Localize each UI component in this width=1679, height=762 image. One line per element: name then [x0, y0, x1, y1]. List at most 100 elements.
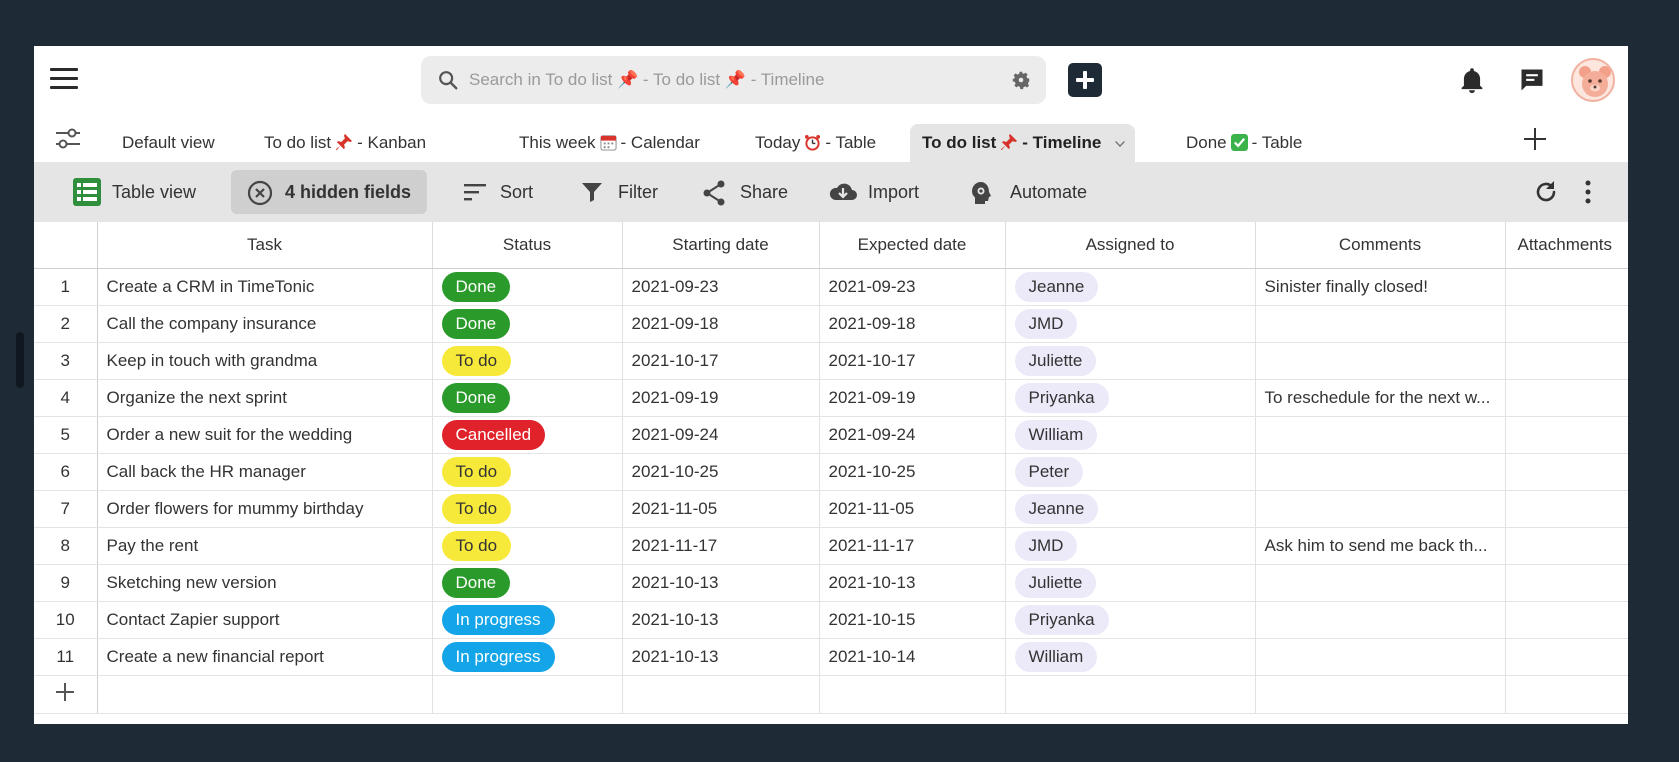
assigned-to-cell[interactable]: Juliette	[1005, 342, 1256, 380]
gear-icon[interactable]	[1010, 69, 1032, 91]
assigned-to-cell[interactable]: Peter	[1005, 453, 1256, 491]
attachments-cell[interactable]	[1505, 305, 1628, 343]
refresh-icon[interactable]	[1532, 178, 1560, 206]
tab-today-table[interactable]: Today - Table	[743, 124, 888, 162]
attachments-cell[interactable]	[1505, 527, 1628, 565]
add-button[interactable]	[1068, 63, 1102, 97]
column-header-attachments[interactable]: Attachments	[1505, 222, 1628, 269]
starting-date-cell[interactable]: 2021-10-13	[622, 564, 820, 602]
hidden-fields-button[interactable]: 4 hidden fields	[231, 170, 428, 214]
more-options-icon[interactable]	[1574, 178, 1602, 206]
row-number-cell[interactable]: 6	[34, 453, 98, 491]
starting-date-cell[interactable]: 2021-09-18	[622, 305, 820, 343]
comments-cell[interactable]	[1255, 416, 1506, 454]
starting-date-cell[interactable]: 2021-09-23	[622, 268, 820, 306]
assigned-to-cell[interactable]: Juliette	[1005, 564, 1256, 602]
status-cell[interactable]: In progress	[432, 601, 623, 639]
expected-date-cell[interactable]: 2021-10-14	[819, 638, 1006, 676]
comments-cell[interactable]	[1255, 342, 1506, 380]
attachments-cell[interactable]	[1505, 379, 1628, 417]
assigned-to-cell[interactable]: William	[1005, 416, 1256, 454]
starting-date-cell[interactable]: 2021-09-24	[622, 416, 820, 454]
table-row[interactable]: 7 Order flowers for mummy birthday To do 20…	[34, 490, 1628, 528]
tab-to-do-list-timeline[interactable]: To do list - Timeline	[910, 124, 1136, 162]
expected-date-cell[interactable]: 2021-10-13	[819, 564, 1006, 602]
table-row[interactable]: 1 Create a CRM in TimeTonic Done 2021-09-23…	[34, 268, 1628, 306]
assigned-to-cell[interactable]: Jeanne	[1005, 268, 1256, 306]
starting-date-cell[interactable]: 2021-10-25	[622, 453, 820, 491]
starting-date-cell[interactable]: 2021-09-19	[622, 379, 820, 417]
assigned-to-cell[interactable]: JMD	[1005, 527, 1256, 565]
row-number-cell[interactable]: 2	[34, 305, 98, 343]
attachments-cell[interactable]	[1505, 638, 1628, 676]
attachments-cell[interactable]	[1505, 601, 1628, 639]
row-number-cell[interactable]: 4	[34, 379, 98, 417]
status-cell[interactable]: Done	[432, 305, 623, 343]
task-cell[interactable]: Call the company insurance	[97, 305, 433, 343]
row-number-cell[interactable]: 3	[34, 342, 98, 380]
task-cell[interactable]: Create a CRM in TimeTonic	[97, 268, 433, 306]
table-row[interactable]: 4 Organize the next sprint Done 2021-09-19 2…	[34, 379, 1628, 417]
notification-bell-icon[interactable]	[1458, 66, 1486, 96]
status-cell[interactable]: To do	[432, 453, 623, 491]
search-input[interactable]	[469, 66, 969, 94]
comments-cell[interactable]	[1255, 305, 1506, 343]
tab-to-do-list-kanban[interactable]: To do list - Kanban	[252, 124, 438, 162]
assigned-to-cell[interactable]: JMD	[1005, 305, 1256, 343]
expected-date-cell[interactable]: 2021-09-19	[819, 379, 1006, 417]
column-header-task[interactable]: Task	[97, 222, 433, 269]
sort-button[interactable]: Sort	[446, 170, 549, 214]
import-button[interactable]: Import	[812, 170, 935, 214]
assigned-to-cell[interactable]: William	[1005, 638, 1256, 676]
comments-cell[interactable]	[1255, 564, 1506, 602]
expected-date-cell[interactable]: 2021-09-23	[819, 268, 1006, 306]
share-button[interactable]: Share	[686, 170, 804, 214]
hamburger-menu-icon[interactable]	[50, 68, 80, 92]
starting-date-cell[interactable]: 2021-11-17	[622, 527, 820, 565]
assigned-to-cell[interactable]: Jeanne	[1005, 490, 1256, 528]
task-cell[interactable]: Order a new suit for the wedding	[97, 416, 433, 454]
starting-date-cell[interactable]: 2021-10-17	[622, 342, 820, 380]
comments-cell[interactable]	[1255, 601, 1506, 639]
row-number-cell[interactable]: 7	[34, 490, 98, 528]
task-cell[interactable]: Call back the HR manager	[97, 453, 433, 491]
add-view-plus-icon[interactable]	[1524, 128, 1546, 150]
chat-icon[interactable]	[1518, 66, 1546, 94]
expected-date-cell[interactable]: 2021-10-25	[819, 453, 1006, 491]
table-row[interactable]: 8 Pay the rent To do 2021-11-17 2021-11-17 JM…	[34, 527, 1628, 565]
table-view-button[interactable]: Table view	[56, 170, 212, 214]
assigned-to-cell[interactable]: Priyanka	[1005, 379, 1256, 417]
automate-button[interactable]: Automate	[952, 170, 1103, 214]
tab-default-view[interactable]: Default view	[110, 124, 227, 162]
table-row[interactable]: 11 Create a new financial report In progre…	[34, 638, 1628, 676]
status-cell[interactable]: In progress	[432, 638, 623, 676]
column-header-assigned-to[interactable]: Assigned to	[1005, 222, 1256, 269]
expected-date-cell[interactable]: 2021-10-17	[819, 342, 1006, 380]
attachments-cell[interactable]	[1505, 416, 1628, 454]
view-settings-sliders-icon[interactable]	[54, 126, 82, 152]
row-number-cell[interactable]: 11	[34, 638, 98, 676]
filter-button[interactable]: Filter	[564, 170, 674, 214]
table-row[interactable]: 6 Call back the HR manager To do 2021-10-25…	[34, 453, 1628, 491]
status-cell[interactable]: To do	[432, 342, 623, 380]
comments-cell[interactable]	[1255, 490, 1506, 528]
comments-cell[interactable]: To reschedule for the next w...	[1255, 379, 1506, 417]
row-number-cell[interactable]: 10	[34, 601, 98, 639]
starting-date-cell[interactable]: 2021-10-13	[622, 601, 820, 639]
row-number-cell[interactable]: 1	[34, 268, 98, 306]
task-cell[interactable]: Order flowers for mummy birthday	[97, 490, 433, 528]
status-cell[interactable]: Done	[432, 379, 623, 417]
expected-date-cell[interactable]: 2021-11-17	[819, 527, 1006, 565]
column-header-starting-date[interactable]: Starting date	[622, 222, 820, 269]
attachments-cell[interactable]	[1505, 268, 1628, 306]
status-cell[interactable]: Done	[432, 564, 623, 602]
table-row[interactable]: 5 Order a new suit for the wedding Cancell…	[34, 416, 1628, 454]
status-cell[interactable]: To do	[432, 527, 623, 565]
task-cell[interactable]: Contact Zapier support	[97, 601, 433, 639]
comments-cell[interactable]	[1255, 638, 1506, 676]
attachments-cell[interactable]	[1505, 564, 1628, 602]
search-bar[interactable]	[421, 56, 1046, 104]
attachments-cell[interactable]	[1505, 342, 1628, 380]
row-number-cell[interactable]: 8	[34, 527, 98, 565]
attachments-cell[interactable]	[1505, 490, 1628, 528]
